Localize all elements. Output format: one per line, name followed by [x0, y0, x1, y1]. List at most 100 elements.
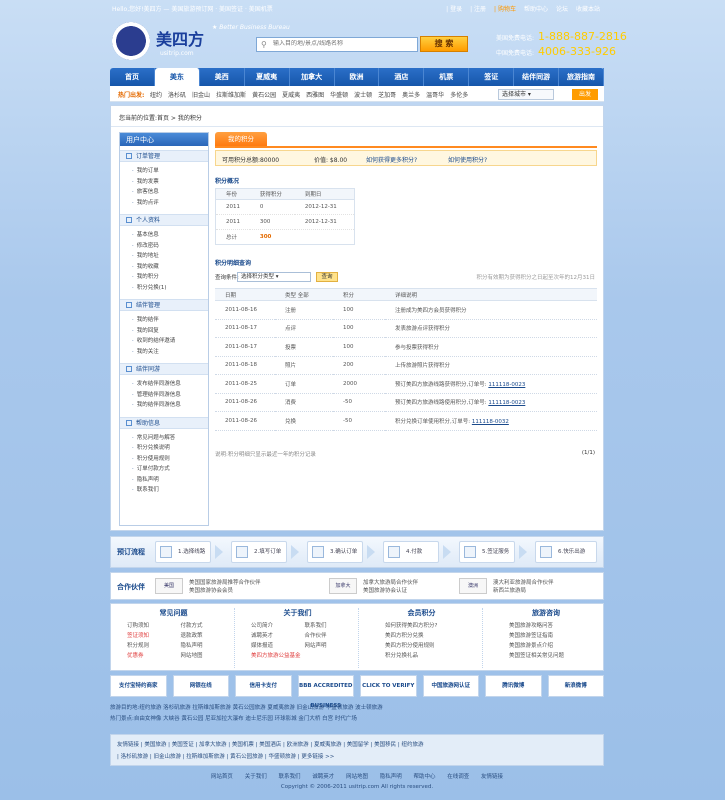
sidebar-item[interactable]: 我的地址 [132, 251, 208, 262]
help-link[interactable]: 优惠券 [127, 651, 181, 659]
help-link[interactable]: 积分规则 [127, 641, 181, 649]
nav-east[interactable]: 美东 [154, 68, 200, 86]
sidebar-item[interactable]: 我的收藏 [132, 262, 208, 273]
city-link[interactable]: 温哥华 [426, 90, 444, 99]
favorite-link[interactable]: 收藏本站 [576, 4, 600, 13]
search-button[interactable]: 搜 索 [420, 36, 468, 52]
sidebar-item[interactable]: 旅客信息 [132, 187, 208, 198]
help-link[interactable]: 付款方式 [181, 621, 235, 629]
help-link[interactable]: 美国签证相关常见问题 [509, 651, 607, 659]
city-link[interactable]: 波士顿 [354, 90, 372, 99]
help-link[interactable]: 诚聘英才 [251, 631, 305, 639]
bottom-nav-link[interactable]: 网站地图 [346, 774, 368, 780]
sidebar-item[interactable]: 我的发票 [132, 177, 208, 188]
nav-west[interactable]: 美西 [200, 68, 245, 86]
sidebar-section-mates[interactable]: 结伴管理 [120, 299, 208, 311]
nav-guide[interactable]: 旅游指南 [559, 68, 604, 86]
sidebar-section-travel[interactable]: 结伴同游 [120, 363, 208, 375]
bottom-nav-link[interactable]: 联系我们 [278, 774, 300, 780]
help-link[interactable]: 美国旅游攻略问答 [509, 621, 607, 629]
city-link[interactable]: 多伦多 [450, 90, 468, 99]
sidebar-item[interactable]: 修改密码 [132, 241, 208, 252]
bottom-nav-link[interactable]: 关于我们 [245, 774, 267, 780]
city-link[interactable]: 华盛顿 [330, 90, 348, 99]
sidebar-section-help[interactable]: 帮助信息 [120, 416, 208, 429]
friend-links-row[interactable]: | 洛杉矶旅游 | 旧金山旅游 | 拉斯维加斯旅游 | 黄石公园旅游 | 华盛顿… [117, 751, 597, 763]
city-link[interactable]: 奥兰多 [402, 90, 420, 99]
sidebar-item[interactable]: 我的关注 [132, 347, 208, 358]
help-link[interactable]: 网站地图 [181, 651, 235, 659]
sidebar-item[interactable]: 我的结伴 [132, 315, 208, 326]
register-link[interactable]: | 注册 [470, 4, 486, 13]
sidebar-section-profile[interactable]: 个人资料 [120, 214, 208, 226]
help-link[interactable]: 媒体报道 [251, 641, 305, 649]
tencent-weibo-badge[interactable]: 腾讯微博 [485, 675, 542, 697]
help-link[interactable]: 美国旅游签证指南 [509, 631, 607, 639]
partner-logo[interactable]: 美国 [155, 578, 183, 594]
help-link[interactable]: 公司简介 [251, 621, 305, 629]
help-link[interactable]: 美四方旅游公益基金 [251, 651, 358, 659]
help-link[interactable]: 帮助中心 [524, 4, 548, 13]
help-link[interactable]: 联系我们 [305, 621, 359, 629]
nav-flight[interactable]: 机票 [424, 68, 470, 86]
help-link[interactable]: 积分兑换礼品 [385, 651, 482, 659]
help-link[interactable]: 隐私声明 [181, 641, 235, 649]
nav-hawaii[interactable]: 夏威夷 [245, 68, 290, 86]
bottom-nav-link[interactable]: 友情链接 [481, 774, 503, 780]
sidebar-item[interactable]: 我的回复 [132, 326, 208, 337]
sidebar-item[interactable]: 管理结伴同游信息 [132, 390, 208, 401]
help-link[interactable]: 美四方积分使用规则 [385, 641, 482, 649]
pager[interactable]: (1/1) [582, 450, 595, 456]
col-header-type[interactable]: 类型 全部 [275, 288, 333, 301]
sidebar-item[interactable]: 我的点评 [132, 198, 208, 209]
help-link[interactable]: 订购须知 [127, 621, 181, 629]
sidebar-item[interactable]: 我的结伴同游信息 [132, 400, 208, 411]
bbb-badge[interactable]: BBB ACCREDITED BUSINESS [297, 675, 354, 709]
alipay-badge[interactable]: 支付宝特约商家 [110, 675, 167, 697]
bottom-nav-link[interactable]: 网站首页 [211, 774, 233, 780]
sidebar-item[interactable]: 积分兑换(1) [132, 283, 208, 294]
order-link[interactable]: 111118-0023 [488, 400, 525, 406]
search-input[interactable] [273, 40, 415, 47]
sidebar-item[interactable]: 积分使用规则 [132, 454, 208, 465]
city-link[interactable]: 西雅图 [306, 90, 324, 99]
sidebar-item[interactable]: 我的订单 [132, 166, 208, 177]
links-row[interactable]: 旅游目的地:纽约旅游 洛杉矶旅游 拉斯维加斯旅游 黄石公园旅游 夏威夷旅游 旧金… [110, 703, 604, 714]
city-link[interactable]: 黄石公园 [252, 90, 276, 99]
sidebar-item[interactable]: 隐私声明 [132, 475, 208, 486]
query-button[interactable]: 查询 [316, 272, 338, 282]
cart-link[interactable]: | 购物车 [494, 4, 516, 13]
tab-my-points[interactable]: 我的积分 [215, 132, 267, 146]
city-link[interactable]: 纽约 [150, 90, 162, 99]
partner-logo[interactable]: 加拿大 [329, 578, 357, 594]
sina-weibo-badge[interactable]: 新浪微博 [547, 675, 604, 697]
help-link[interactable]: 退款政策 [181, 631, 235, 639]
help-link[interactable]: 美国旅游景点介绍 [509, 641, 607, 649]
sidebar-item[interactable]: 我的积分 [132, 272, 208, 283]
verify-badge[interactable]: CLICK TO VERIFY [360, 675, 417, 697]
bottom-nav-link[interactable]: 隐私声明 [380, 774, 402, 780]
help-link[interactable]: 美四方积分兑换 [385, 631, 482, 639]
order-link[interactable]: 111118-0032 [472, 419, 509, 425]
city-link[interactable]: 拉斯维加斯 [216, 90, 246, 99]
nav-canada[interactable]: 加拿大 [290, 68, 335, 86]
logo-emblem-icon[interactable] [112, 22, 150, 60]
friend-links-row[interactable]: 友情链接 | 美国旅游 | 美国签证 | 加拿大旅游 | 美国机票 | 美国酒店… [117, 739, 597, 751]
points-type-select[interactable]: 选择积分类型 ▾ [237, 272, 311, 282]
how-earn-link[interactable]: 如何获得更多积分? [366, 155, 417, 164]
city-link[interactable]: 旧金山 [192, 90, 210, 99]
go-button[interactable]: 出发 [572, 89, 598, 100]
chinabank-badge[interactable]: 网银在线 [172, 675, 229, 697]
sidebar-item[interactable]: 积分兑换说明 [132, 443, 208, 454]
nav-europe[interactable]: 欧洲 [335, 68, 380, 86]
city-select[interactable]: 选择城市 ▾ [498, 89, 554, 100]
help-link[interactable]: 网站声明 [305, 641, 359, 649]
partner-logo[interactable]: 澳洲 [459, 578, 487, 594]
nav-hotel[interactable]: 酒店 [379, 68, 425, 86]
help-link[interactable]: 如何获得美四方积分? [385, 621, 482, 629]
bottom-nav-link[interactable]: 在线调查 [447, 774, 469, 780]
nav-visa[interactable]: 签证 [469, 68, 515, 86]
city-link[interactable]: 洛杉矶 [168, 90, 186, 99]
bottom-nav-link[interactable]: 帮助中心 [414, 774, 436, 780]
nav-home[interactable]: 首页 [110, 68, 155, 86]
